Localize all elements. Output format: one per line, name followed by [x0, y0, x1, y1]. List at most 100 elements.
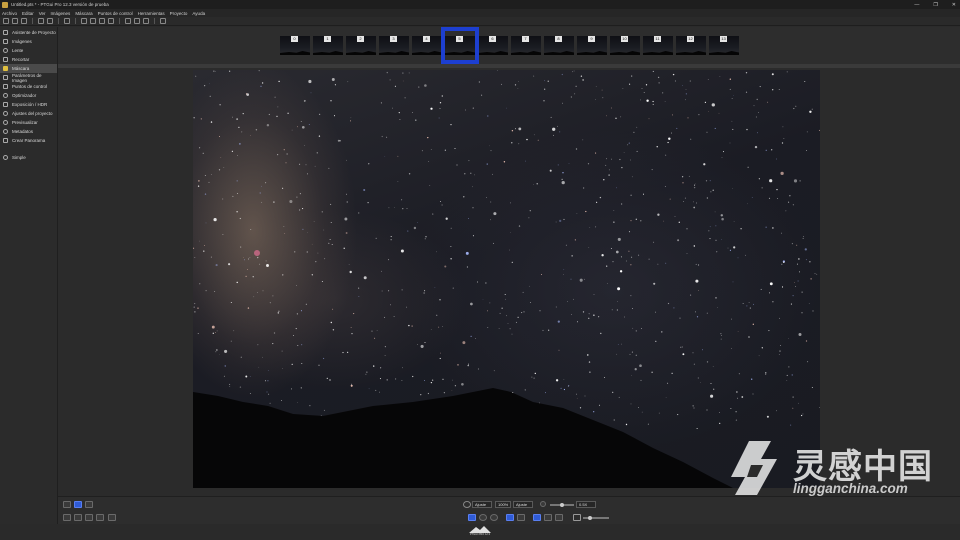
- thumbnail-number: 10: [621, 36, 628, 42]
- image-thumbnail[interactable]: 2: [346, 36, 376, 55]
- check-icon[interactable]: [555, 514, 563, 521]
- slider-handle[interactable]: [560, 503, 564, 507]
- menu-editar[interactable]: Editar: [22, 11, 34, 16]
- mask-green-icon[interactable]: [479, 514, 487, 521]
- pen-icon[interactable]: [573, 514, 581, 521]
- image-icon[interactable]: [74, 514, 82, 521]
- sidebar-item-label: Imágenes: [12, 39, 32, 44]
- mountain-silhouette: [346, 51, 376, 55]
- rotate-left-icon[interactable]: [63, 501, 71, 508]
- image-thumbnail[interactable]: 4: [412, 36, 442, 55]
- brush-slider[interactable]: [583, 517, 609, 519]
- sidebar-item-label: Metadatos: [12, 129, 34, 134]
- image-thumbnail[interactable]: 1: [313, 36, 343, 55]
- grid-icon[interactable]: [108, 514, 116, 521]
- sidebar-item-label: Asistente de Proyecto: [12, 30, 56, 35]
- zoom-icon[interactable]: [463, 501, 471, 508]
- image-thumbnail[interactable]: 10: [610, 36, 640, 55]
- mountain-silhouette: [709, 51, 739, 55]
- help-icon[interactable]: [160, 18, 166, 24]
- fill-icon[interactable]: [517, 514, 525, 521]
- optimizer-icon: [3, 93, 8, 98]
- sidebar-item-metadatos[interactable]: Metadatos: [0, 127, 57, 136]
- sidebar-item-asistente[interactable]: Asistente de Proyecto: [0, 28, 57, 37]
- sidebar-item-label: Recortar: [12, 57, 30, 62]
- menu-puntos-de-control[interactable]: Puntos de control: [98, 11, 133, 16]
- menu-mascara[interactable]: Máscara: [75, 11, 92, 16]
- image-thumbnail[interactable]: 9: [577, 36, 607, 55]
- menu-proyecto[interactable]: Proyecto: [170, 11, 188, 16]
- sidebar-item-crear-panorama[interactable]: Crear Panorama: [0, 136, 57, 145]
- sidebar-item-ajustes[interactable]: Ajustes del proyecto: [0, 109, 57, 118]
- document-icon[interactable]: [85, 514, 93, 521]
- add-images-icon[interactable]: [64, 18, 70, 24]
- create-panorama-icon: [3, 138, 8, 143]
- watermark-logo-icon: [731, 441, 777, 495]
- sidebar-item-optimizador[interactable]: Optimizador: [0, 91, 57, 100]
- image-thumbnail[interactable]: 0: [280, 36, 310, 55]
- thumbnail-number: 2: [357, 36, 364, 42]
- brush-size-field[interactable]: 0.5X: [576, 501, 596, 508]
- image-thumbnail[interactable]: 8: [544, 36, 574, 55]
- zoom-100-button[interactable]: 100%: [495, 501, 511, 508]
- sidebar: Asistente de Proyecto Imágenes Lente Rec…: [0, 27, 58, 524]
- sidebar-item-recortar[interactable]: Recortar: [0, 55, 57, 64]
- image-thumbnail[interactable]: 6: [478, 36, 508, 55]
- menu-imagenes[interactable]: Imágenes: [51, 11, 71, 16]
- copy-icon[interactable]: [96, 514, 104, 521]
- project-settings-icon: [3, 111, 8, 116]
- mountain-silhouette: [412, 51, 442, 55]
- link-icon[interactable]: [544, 514, 552, 521]
- mask-clear-icon[interactable]: [490, 514, 498, 521]
- sidebar-item-label: Exposición / HDR: [12, 102, 48, 107]
- image-thumbnail[interactable]: 3: [379, 36, 409, 55]
- mask-red-icon[interactable]: [468, 514, 476, 521]
- save-project-icon[interactable]: [21, 18, 27, 24]
- rectangle-icon[interactable]: [533, 514, 541, 521]
- toolbar-separator: [119, 18, 120, 24]
- optimize-icon[interactable]: [108, 18, 114, 24]
- panorama-editor-icon[interactable]: [125, 18, 131, 24]
- maximize-button[interactable]: ❐: [933, 2, 937, 8]
- sidebar-item-imagenes[interactable]: Imágenes: [0, 37, 57, 46]
- image-thumbnail[interactable]: 13: [709, 36, 739, 55]
- mask-icon: [3, 66, 8, 71]
- thumbnail-number: 7: [522, 36, 529, 42]
- night-sky-photo[interactable]: [193, 70, 820, 488]
- sidebar-item-puntos-de-control[interactable]: Puntos de control: [0, 82, 57, 91]
- image-thumbnail[interactable]: 12: [676, 36, 706, 55]
- brush-icon[interactable]: [506, 514, 514, 521]
- sidebar-item-simple[interactable]: Simple: [0, 153, 57, 162]
- sidebar-item-lente[interactable]: Lente: [0, 46, 57, 55]
- main-toolbar: [0, 17, 960, 26]
- sidebar-item-previsualizar[interactable]: Previsualizar: [0, 118, 57, 127]
- zoom-in-icon[interactable]: [81, 18, 87, 24]
- menu-ayuda[interactable]: Ayuda: [192, 11, 205, 16]
- title-bar: Untitled.pts * - PTGui Pro 12.3 versión …: [0, 0, 960, 9]
- menu-herramientas[interactable]: Herramientas: [138, 11, 165, 16]
- image-thumbnail[interactable]: 7: [511, 36, 541, 55]
- redo-icon[interactable]: [47, 18, 53, 24]
- zoom-fit-right-button[interactable]: Ajuste: [513, 501, 533, 508]
- menu-ver[interactable]: Ver: [39, 11, 46, 16]
- rotate-right-icon[interactable]: [85, 501, 93, 508]
- undo-icon[interactable]: [38, 18, 44, 24]
- tips-icon[interactable]: [143, 18, 149, 24]
- minimize-button[interactable]: —: [914, 2, 919, 8]
- close-button[interactable]: ✕: [952, 2, 956, 8]
- zoom-out-icon[interactable]: [90, 18, 96, 24]
- zoom-fit-left-button[interactable]: Ajuste: [472, 501, 492, 508]
- sidebar-item-parametros[interactable]: Parámetros de Imagen: [0, 73, 57, 83]
- open-project-icon[interactable]: [12, 18, 18, 24]
- control-points-icon[interactable]: [99, 18, 105, 24]
- pointer-tool-icon[interactable]: [74, 501, 82, 508]
- image-viewport[interactable]: [58, 68, 960, 496]
- image-thumbnail[interactable]: 11: [643, 36, 673, 55]
- slider-handle[interactable]: [588, 516, 592, 520]
- new-project-icon[interactable]: [3, 18, 9, 24]
- thumbnail-number: 8: [555, 36, 562, 42]
- menu-archivo[interactable]: Archivo: [2, 11, 17, 16]
- table-icon[interactable]: [134, 18, 140, 24]
- sidebar-item-exposicion[interactable]: Exposición / HDR: [0, 100, 57, 109]
- folder-icon[interactable]: [63, 514, 71, 521]
